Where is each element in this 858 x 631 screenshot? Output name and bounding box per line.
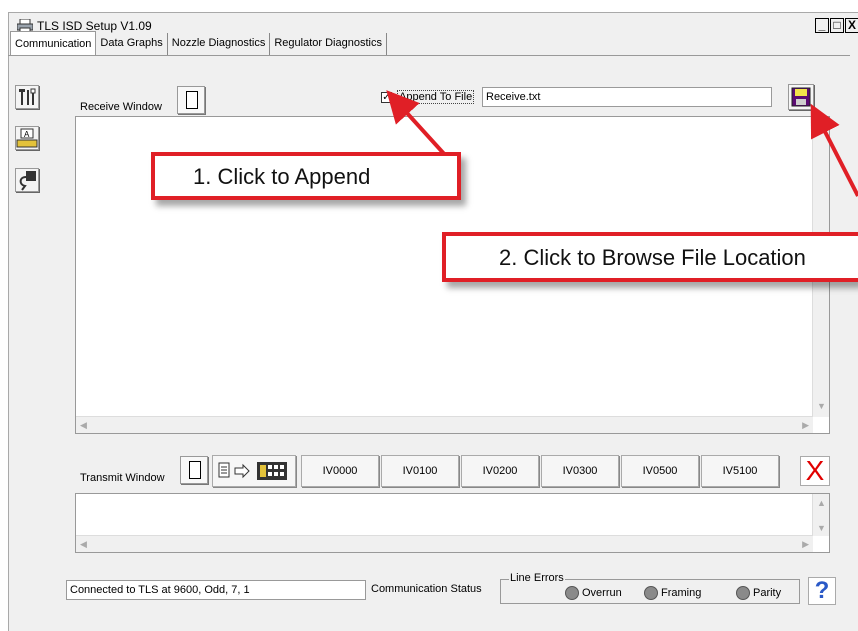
tab-divider [8,55,850,56]
cable-button[interactable] [15,168,39,192]
command-button-iv0000[interactable]: IV0000 [301,455,379,487]
clear-transmit-button[interactable]: X [800,456,830,486]
command-button-iv0100[interactable]: IV0100 [381,455,459,487]
parity-led-icon [736,586,750,600]
overrun-led-icon [565,586,579,600]
receive-horizontal-scrollbar[interactable]: ◀ ▶ [76,416,813,433]
receive-window-label: Receive Window [80,101,162,113]
scroll-right-arrow-icon[interactable]: ▶ [802,420,809,431]
blank-page-icon [189,461,201,479]
new-transmit-button[interactable] [180,456,208,484]
framing-led-icon [644,586,658,600]
tab-data-graphs[interactable]: Data Graphs [96,33,168,55]
command-button-iv0300[interactable]: IV0300 [541,455,619,487]
browse-file-button[interactable] [788,84,814,110]
keyboard-button[interactable]: A [15,126,39,150]
framing-label: Framing [661,587,702,599]
help-button[interactable]: ? [808,577,836,605]
file-to-keypad-icon [218,462,287,480]
append-callout: 1. Click to Append [151,152,461,200]
minimize-button[interactable]: _ [815,18,829,33]
line-errors-group: Line Errors Overrun Framing Parity [500,572,800,604]
close-button[interactable]: X [845,18,858,33]
command-button-iv0200[interactable]: IV0200 [461,455,539,487]
svg-text:A: A [24,130,30,139]
transmit-vertical-scrollbar[interactable]: ▲ ▼ [812,494,829,536]
connection-status-field: Connected to TLS at 9600, Odd, 7, 1 [66,580,366,600]
send-file-button[interactable] [212,455,296,487]
append-to-file-checkbox[interactable]: ✓ [381,92,392,103]
cable-connector-icon [19,171,36,191]
blank-page-icon [186,91,198,109]
scroll-left-arrow-icon[interactable]: ◀ [80,420,87,431]
tools-icon [19,88,36,105]
scroll-down-arrow-icon[interactable]: ▼ [817,523,826,533]
line-errors-title: Line Errors [509,572,565,584]
tab-regulator-diagnostics[interactable]: Regulator Diagnostics [270,33,387,55]
append-file-field[interactable]: Receive.txt [482,87,772,107]
scroll-left-arrow-icon[interactable]: ◀ [80,539,87,550]
floppy-disk-icon [791,87,811,107]
parity-label: Parity [753,587,782,599]
transmit-horizontal-scrollbar[interactable]: ◀ ▶ [76,535,813,552]
scroll-up-arrow-icon[interactable]: ▲ [817,498,826,508]
communication-status-label: Communication Status [371,583,482,595]
command-button-iv5100[interactable]: IV5100 [701,455,779,487]
command-button-iv0500[interactable]: IV0500 [621,455,699,487]
append-to-file-label: Append To File [397,90,475,104]
browse-callout: 2. Click to Browse File Location [442,232,858,282]
keyboard-icon: A [16,128,38,148]
tab-nozzle-diagnostics[interactable]: Nozzle Diagnostics [168,33,271,55]
transmit-window[interactable]: ▲ ▼ ◀ ▶ [75,493,830,553]
overrun-label: Overrun [582,587,622,599]
maximize-button[interactable]: □ [830,18,844,33]
new-receive-button[interactable] [177,86,205,114]
tab-communication[interactable]: Communication [10,31,97,55]
tab-strip: Communication Data Graphs Nozzle Diagnos… [10,31,387,55]
scroll-right-arrow-icon[interactable]: ▶ [802,539,809,550]
scroll-down-arrow-icon[interactable]: ▼ [817,401,826,411]
transmit-window-label: Transmit Window [80,472,165,484]
tools-button[interactable] [15,85,39,109]
